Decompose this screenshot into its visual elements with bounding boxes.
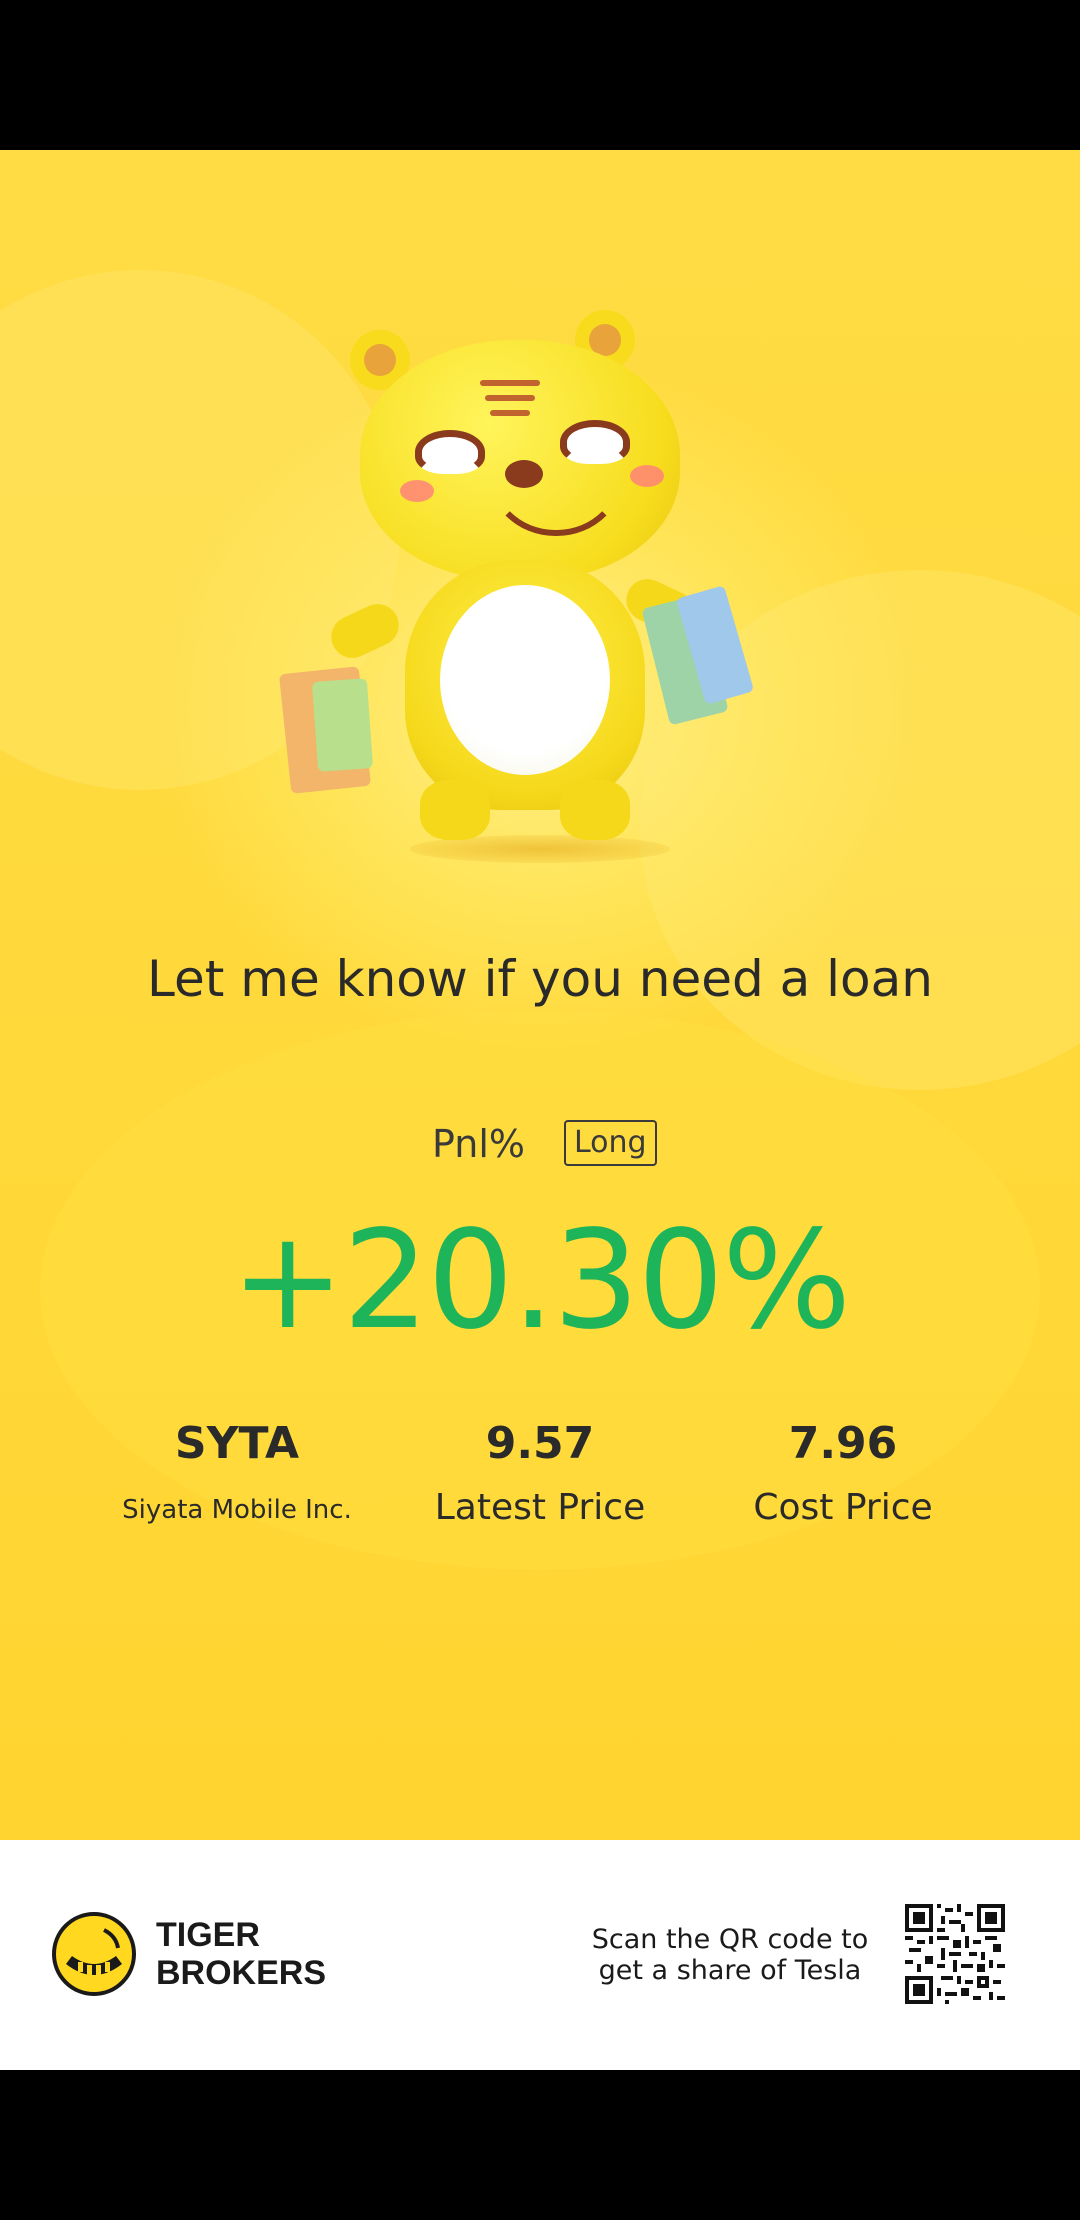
mascot-head: [360, 340, 680, 580]
scan-prompt: Scan the QR code to get a share of Tesla: [570, 1924, 890, 1986]
position-badge: Long: [564, 1120, 657, 1166]
tiger-face-icon: [66, 1928, 122, 1975]
left-eye: [415, 430, 485, 474]
left-arm: [324, 597, 406, 665]
cost-price-label: Cost Price: [753, 1487, 933, 1528]
pnl-label: Pnl%: [432, 1122, 525, 1166]
right-leg: [560, 780, 630, 840]
mascot-body: [405, 560, 645, 810]
tiger-brokers-logo-icon: [52, 1912, 136, 1996]
qr-code-icon[interactable]: [905, 1904, 1005, 2004]
left-leg: [420, 780, 490, 840]
head-stripe: [480, 380, 540, 386]
pnl-percentage: +20.30%: [230, 1202, 852, 1360]
scan-line2: get a share of Tesla: [598, 1955, 862, 1986]
headline: Let me know if you need a loan: [147, 950, 933, 1008]
left-cheek: [400, 480, 434, 502]
share-card: Let me know if you need a loan Pnl% Long…: [0, 150, 1080, 1840]
cost-price-value: 7.96: [788, 1418, 898, 1469]
logo-line1: TIGER: [156, 1916, 260, 1954]
scan-line1: Scan the QR code to: [591, 1924, 869, 1955]
right-eye: [560, 420, 630, 464]
stat-cost-price: 7.96 Cost Price: [663, 1418, 1023, 1528]
head-stripe: [490, 410, 530, 416]
tiger-mascot-illustration: [260, 310, 820, 870]
logo-line2: BROKERS: [156, 1954, 327, 1992]
head-stripe: [485, 395, 535, 401]
logo-wordmark: TIGER BROKERS: [156, 1916, 326, 1992]
mascot-mouth: [485, 460, 627, 536]
right-cheek: [630, 465, 664, 487]
bottom-black-bar: [0, 2070, 1080, 2220]
top-black-bar: [0, 0, 1080, 150]
footer: TIGER BROKERS Scan the QR code to get a …: [0, 1840, 1080, 2070]
pnl-row: Pnl% Long: [0, 1120, 1080, 1182]
shopping-bag: [311, 678, 374, 772]
mascot-belly: [440, 585, 610, 775]
